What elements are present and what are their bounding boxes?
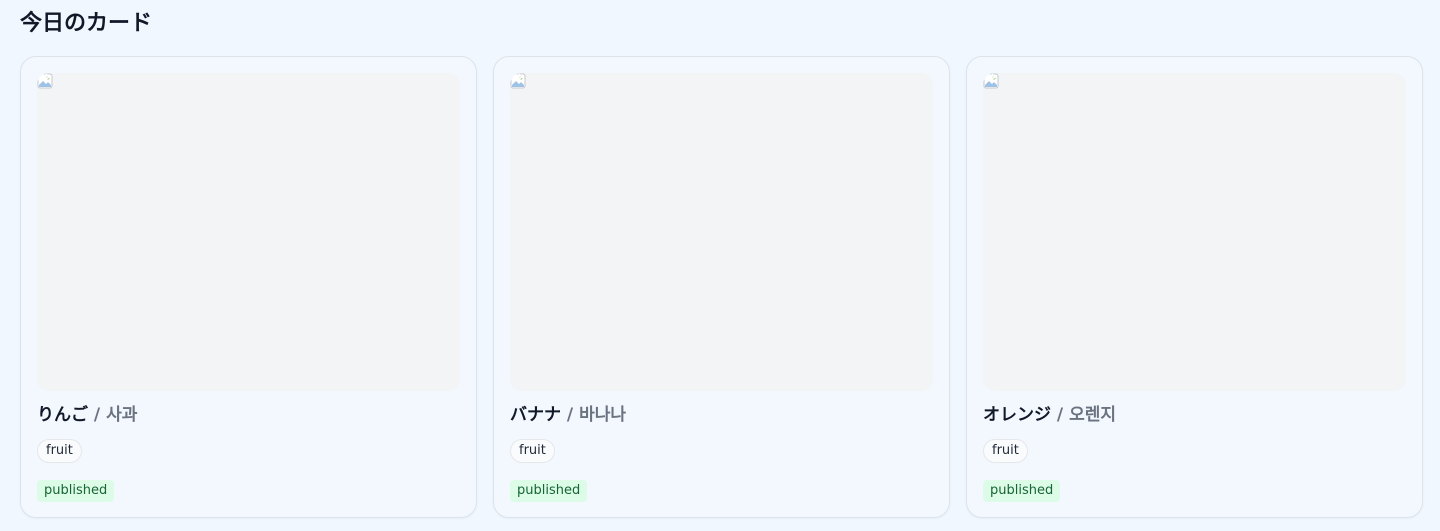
tag-chip[interactable]: fruit (510, 439, 555, 463)
status-badge: published (37, 480, 115, 502)
card[interactable]: バナナ / 바나나 fruit published (493, 56, 950, 518)
status-badge: published (983, 480, 1061, 502)
broken-image-icon (510, 73, 526, 89)
card-title: バナナ / 바나나 (510, 403, 626, 427)
title-separator: / (566, 405, 574, 425)
card-title-ko: 오렌지 (1069, 405, 1116, 425)
card[interactable]: りんご / 사과 fruit published (20, 56, 477, 518)
card-title: りんご / 사과 (37, 403, 137, 427)
card-list: りんご / 사과 fruit published バナナ / 바나나 fruit… (20, 56, 1423, 518)
broken-image-icon (983, 73, 999, 89)
broken-image-icon (37, 73, 53, 89)
card-title-ja: バナナ (510, 405, 561, 425)
page: 今日のカード りんご / 사과 fruit published バナナ / 바나… (0, 0, 1440, 531)
card-title: オレンジ / 오렌지 (983, 403, 1116, 427)
page-title: 今日のカード (20, 11, 153, 36)
card-title-ko: 사과 (106, 405, 138, 425)
tag-chip[interactable]: fruit (983, 439, 1028, 463)
card-title-ja: オレンジ (983, 405, 1051, 425)
status-badge: published (510, 480, 588, 502)
card-image (37, 73, 460, 391)
title-separator: / (93, 405, 101, 425)
tag-chip[interactable]: fruit (37, 439, 82, 463)
card-title-ko: 바나나 (579, 405, 626, 425)
card-image (510, 73, 933, 391)
card-title-ja: りんご (37, 405, 88, 425)
card[interactable]: オレンジ / 오렌지 fruit published (966, 56, 1423, 518)
card-image (983, 73, 1406, 391)
title-separator: / (1056, 405, 1064, 425)
